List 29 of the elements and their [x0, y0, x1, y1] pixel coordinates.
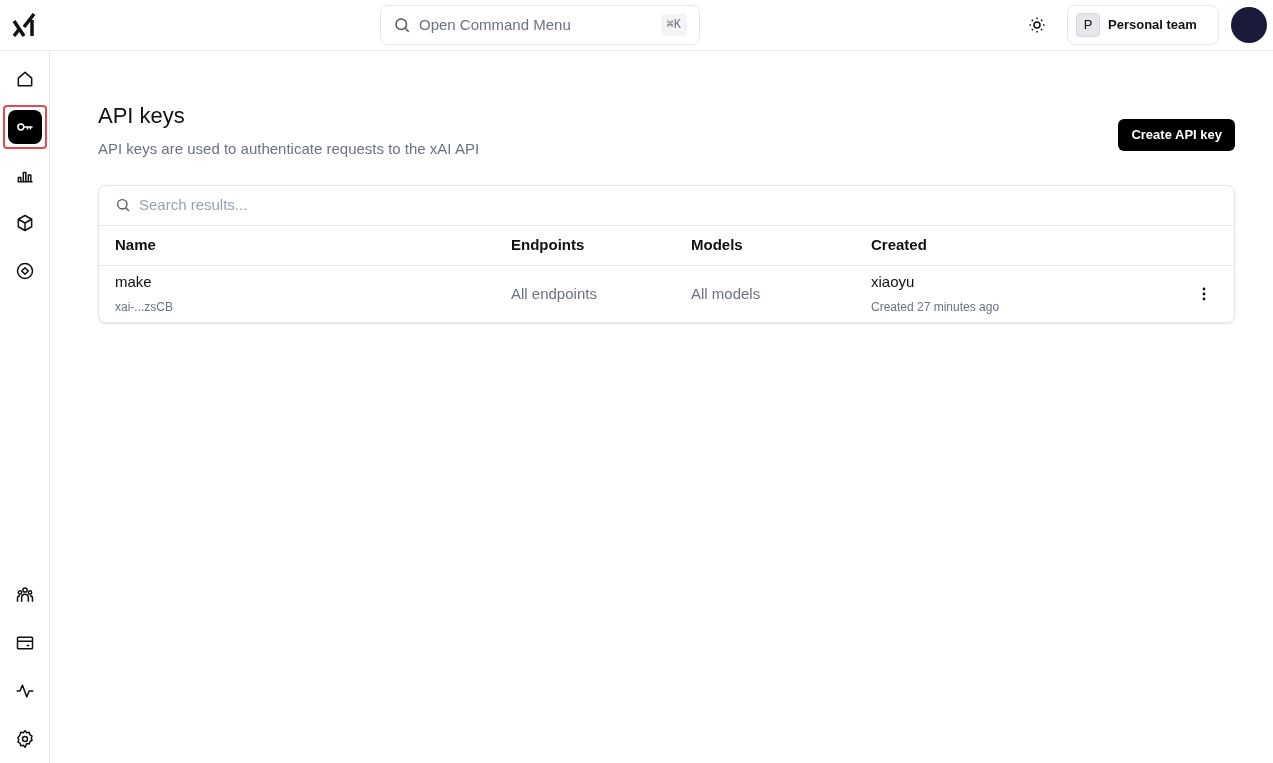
page-subtitle: API keys are used to authenticate requests to the xAI API	[98, 139, 480, 159]
logo-icon[interactable]	[12, 12, 38, 38]
page-title: API keys	[98, 102, 186, 130]
activity-icon	[14, 681, 35, 701]
column-header: Name	[115, 234, 157, 255]
key-name: make	[115, 272, 153, 293]
search-icon	[393, 16, 411, 34]
column-header: Created	[871, 234, 928, 255]
more-icon	[1202, 286, 1206, 301]
column-header: Models	[691, 234, 744, 255]
column-header: Endpoints	[511, 234, 586, 255]
people-icon	[14, 585, 35, 605]
sun-icon[interactable]	[1028, 16, 1046, 34]
models-cell: All models	[691, 284, 761, 302]
command-menu-placeholder: Open Command Menu	[419, 14, 572, 35]
user-avatar[interactable]	[1231, 7, 1267, 43]
key-value: xai-...zsCB	[115, 298, 174, 316]
creator-name: xiaoyu	[871, 272, 916, 293]
command-menu-field[interactable]: Open Command Menu ⌘K	[380, 5, 700, 45]
endpoints-cell: All endpoints	[511, 284, 597, 302]
created-time: Created 27 minutes ago	[871, 298, 1001, 316]
shortcut-key: ⌘K	[660, 14, 687, 36]
card-icon	[14, 633, 35, 653]
search-icon	[115, 197, 131, 213]
team-switcher[interactable]: P Personal team	[1067, 5, 1219, 45]
search-placeholder: Search results...	[139, 194, 248, 215]
create-api-key-button[interactable]: Create API key	[1118, 119, 1235, 151]
settings-icon	[14, 729, 35, 749]
team-initial-avatar: P	[1076, 13, 1100, 37]
